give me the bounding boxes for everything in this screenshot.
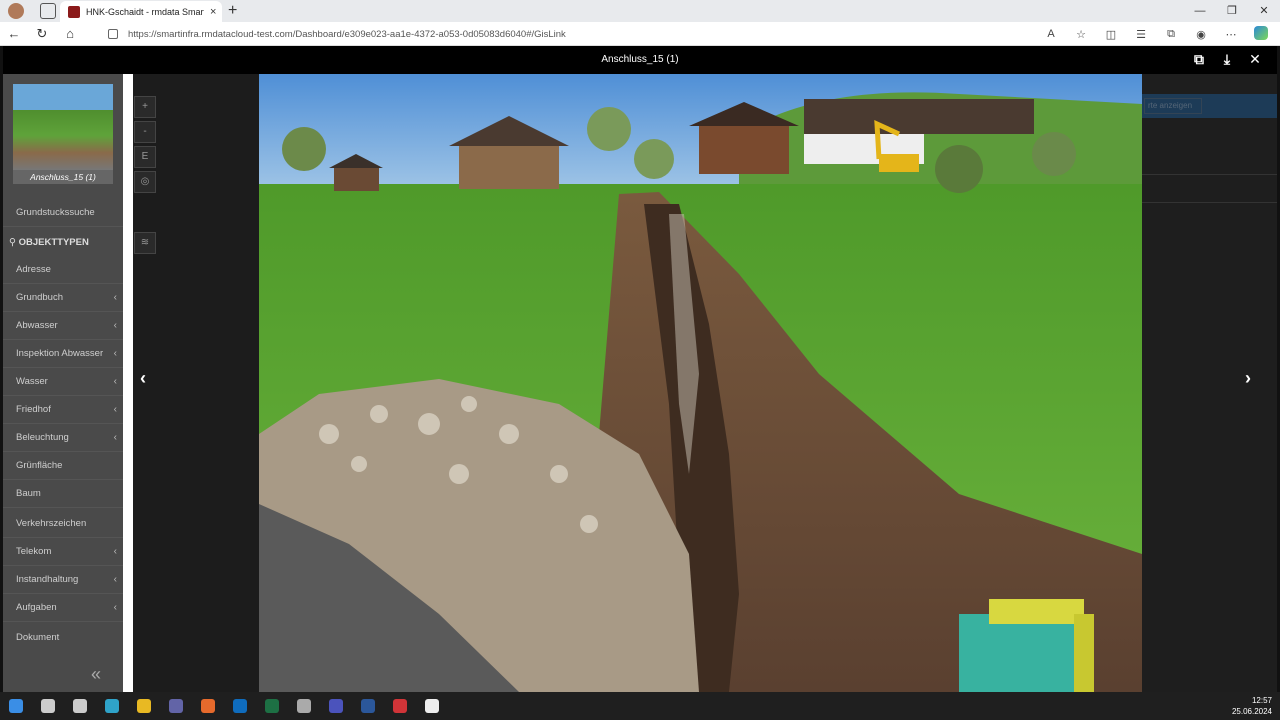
window-controls: — ❐ ✕ (1184, 0, 1280, 22)
extension-icon[interactable]: ◉ (1186, 28, 1216, 41)
app-area: Anschluss_15 (1) ⧉ ⤓ ✕ Grundstuckssuche … (0, 46, 1280, 692)
taskbar-app-gear-icon[interactable] (288, 692, 320, 720)
sidebar-item-verkehrszeichen[interactable]: Verkehrszeichen (3, 510, 123, 538)
chevron-left-icon: ‹ (113, 404, 117, 415)
chevron-left-icon: ‹ (113, 292, 117, 303)
sidebar-item-inspektion-abwasser[interactable]: Inspektion Abwasser ‹ (3, 340, 123, 368)
map-e-button[interactable]: E (134, 146, 156, 168)
sidebar-item-instandhaltung[interactable]: Instandhaltung ‹ (3, 566, 123, 594)
toolbar-actions: A ☆ ◫ ☰ ⧉ ◉ ⋯ (1036, 22, 1276, 46)
profile-avatar[interactable] (8, 3, 24, 19)
taskbar-search-icon[interactable] (32, 692, 64, 720)
show-button[interactable]: rte anzeigen (1144, 98, 1202, 114)
thumbnail-strip (123, 74, 133, 692)
divider (1142, 202, 1277, 203)
taskbar-recorder-icon[interactable] (384, 692, 416, 720)
chevron-left-icon: ‹ (113, 574, 117, 585)
lock-icon (108, 29, 118, 39)
chevron-left-icon: ‹ (113, 546, 117, 557)
sidebar-item-abwasser[interactable]: Abwasser ‹ (3, 312, 123, 340)
reload-icon[interactable]: ↻ (28, 26, 56, 42)
chevron-left-icon: ‹ (113, 432, 117, 443)
zoom-in-button[interactable]: + (134, 96, 156, 118)
tab-close-icon[interactable]: × (210, 6, 216, 18)
viewer-close-icon[interactable]: ✕ (1241, 51, 1269, 68)
collections-icon[interactable]: ⧉ (1156, 28, 1186, 41)
chevron-left-icon: ‹ (113, 376, 117, 387)
address-bar[interactable]: https://smartinfra.rmdatacloud-test.com/… (100, 24, 1100, 44)
download-icon[interactable]: ⤓ (1213, 51, 1241, 68)
right-panel: rte anzeigen (1142, 74, 1277, 692)
workspaces-icon[interactable] (40, 3, 56, 19)
url-text: https://smartinfra.rmdatacloud-test.com/… (128, 28, 566, 40)
copilot-icon[interactable] (1246, 25, 1276, 43)
sidebar-item-telekom[interactable]: Telekom ‹ (3, 538, 123, 566)
taskbar-icons (0, 692, 448, 720)
windows-taskbar: 12:57 25.06.2024 (0, 692, 1280, 720)
favorite-star-icon[interactable]: ☆ (1066, 28, 1096, 41)
viewer-title: Anschluss_15 (1) (601, 54, 679, 65)
previous-image-arrow-icon[interactable]: ‹ (140, 368, 146, 389)
sidebar-item-gruenflaeche[interactable]: Grünfläche (3, 452, 123, 480)
minimize-button[interactable]: — (1184, 0, 1216, 22)
trench-photo-illustration (259, 74, 1142, 692)
section-objekttypen: ⚲ OBJEKTTYPEN (9, 237, 89, 248)
new-tab-button[interactable]: + (228, 2, 237, 20)
thumbnail-caption: Anschluss_15 (1) (13, 170, 113, 184)
thumbnail-image (13, 84, 113, 170)
search-icon: ⚲ (9, 237, 19, 248)
window-close-button[interactable]: ✕ (1248, 0, 1280, 22)
taskbar-edge-icon[interactable] (96, 692, 128, 720)
clock-time: 12:57 (1251, 696, 1272, 705)
image-thumbnail[interactable]: Anschluss_15 (1) (13, 84, 113, 184)
sidebar-item-adresse[interactable]: Adresse (3, 256, 123, 284)
locate-icon[interactable]: ◎ (134, 171, 156, 193)
chevron-left-icon: ‹ (113, 602, 117, 613)
more-menu-icon[interactable]: ⋯ (1216, 28, 1246, 41)
viewer-actions: ⧉ ⤓ ✕ (1185, 51, 1269, 68)
taskbar-media-icon[interactable] (416, 692, 448, 720)
image-viewer-header: Anschluss_15 (1) ⧉ ⤓ ✕ (3, 46, 1277, 74)
sidebar-item-aufgaben[interactable]: Aufgaben ‹ (3, 594, 123, 622)
taskbar-firefox-icon[interactable] (192, 692, 224, 720)
sidebar-item-grundbuch[interactable]: Grundbuch ‹ (3, 284, 123, 312)
sidebar-item-friedhof[interactable]: Friedhof ‹ (3, 396, 123, 424)
sidebar-collapse-icon[interactable]: « (91, 664, 101, 685)
browser-tab-strip: HNK-Gschaidt - rmdata Smart In × + — ❐ ✕ (0, 0, 1280, 22)
taskbar-excel-icon[interactable] (256, 692, 288, 720)
taskbar-outlook-icon[interactable] (224, 692, 256, 720)
read-aloud-icon[interactable]: A (1036, 28, 1066, 40)
browser-toolbar: ← ↻ ⌂ https://smartinfra.rmdatacloud-tes… (0, 22, 1280, 46)
taskbar-teams-icon[interactable] (160, 692, 192, 720)
sidebar-item-grundstuckssuche[interactable]: Grundstuckssuche (3, 199, 123, 227)
sidebar-item-beleuchtung[interactable]: Beleuchtung ‹ (3, 424, 123, 452)
back-arrow-icon[interactable]: ← (0, 26, 28, 41)
chevron-left-icon: ‹ (113, 320, 117, 331)
clock-date: 25.06.2024 (1231, 707, 1272, 716)
viewer-photo (259, 74, 1142, 692)
sidebar-item-baum[interactable]: Baum (3, 480, 123, 508)
open-external-icon[interactable]: ⧉ (1185, 51, 1213, 68)
zoom-out-button[interactable]: - (134, 121, 156, 143)
chevron-left-icon: ‹ (113, 348, 117, 359)
taskbar-taskview-icon[interactable] (64, 692, 96, 720)
taskbar-explorer-icon[interactable] (128, 692, 160, 720)
split-screen-icon[interactable]: ◫ (1096, 28, 1126, 41)
sidebar-item-wasser[interactable]: Wasser ‹ (3, 368, 123, 396)
restore-button[interactable]: ❐ (1216, 0, 1248, 22)
browser-tab-active[interactable]: HNK-Gschaidt - rmdata Smart In × (60, 1, 222, 22)
favorites-icon[interactable]: ☰ (1126, 28, 1156, 41)
right-panel-toolbar: rte anzeigen (1142, 94, 1277, 118)
next-image-arrow-icon[interactable]: › (1245, 368, 1251, 389)
taskbar-teams-classic-icon[interactable] (320, 692, 352, 720)
system-clock[interactable]: 12:57 25.06.2024 (1232, 695, 1272, 717)
layers-icon[interactable]: ≋ (134, 232, 156, 254)
taskbar-start-icon[interactable] (0, 692, 32, 720)
sidebar-item-dokument[interactable]: Dokument (3, 624, 123, 652)
tab-title: HNK-Gschaidt - rmdata Smart In (86, 6, 204, 17)
site-favicon-icon (68, 5, 80, 18)
divider (1142, 174, 1277, 175)
taskbar-word-icon[interactable] (352, 692, 384, 720)
home-icon[interactable]: ⌂ (56, 26, 84, 41)
